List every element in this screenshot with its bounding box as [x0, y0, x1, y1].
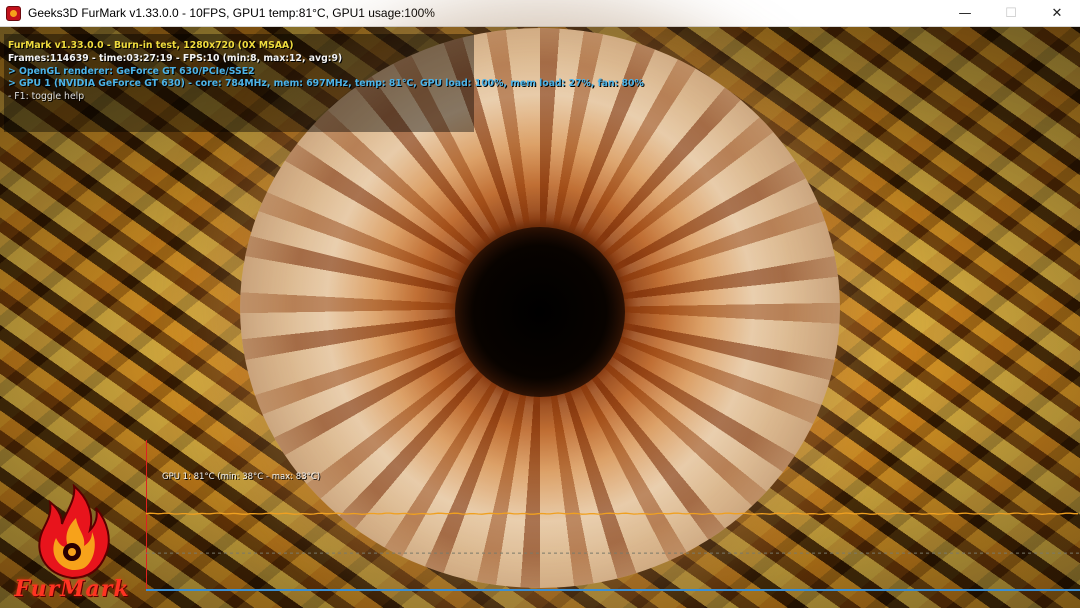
graph-temp-label: GPU 1: 81°C (min: 38°C - max: 83°C) [162, 472, 321, 482]
furmark-app-icon[interactable] [6, 5, 21, 21]
furmark-flame-icon [38, 484, 110, 580]
window-title: Geeks3D FurMark v1.33.0.0 - 10FPS, GPU1 … [28, 6, 435, 20]
graph-x-axis [146, 589, 1080, 591]
osd-title-line: FurMark v1.33.0.0 - Burn-in test, 1280x7… [8, 40, 294, 51]
minimize-button[interactable]: — [942, 0, 988, 26]
osd-help-line: - F1: toggle help [8, 91, 85, 102]
temperature-graph-svg [146, 512, 1080, 554]
furmark-window: Geeks3D FurMark v1.33.0.0 - 10FPS, GPU1 … [0, 0, 1080, 608]
furmark-logo-text: FurMark [14, 576, 130, 602]
temperature-graph [146, 440, 1080, 591]
window-controls: — ☐ ✕ [942, 0, 1080, 26]
maximize-button[interactable]: ☐ [988, 0, 1034, 26]
graph-temp-curve [146, 512, 1078, 515]
close-button[interactable]: ✕ [1034, 0, 1080, 26]
fur-donut-center [455, 227, 625, 397]
osd-frames-line: Frames:114639 - time:03:27:19 - FPS:10 (… [8, 53, 343, 64]
osd-gpu-line: > GPU 1 (NVIDIA GeForce GT 630) - core: … [8, 78, 644, 89]
furmark-logo: FurMark [6, 480, 138, 608]
title-bar[interactable]: Geeks3D FurMark v1.33.0.0 - 10FPS, GPU1 … [0, 0, 1080, 27]
